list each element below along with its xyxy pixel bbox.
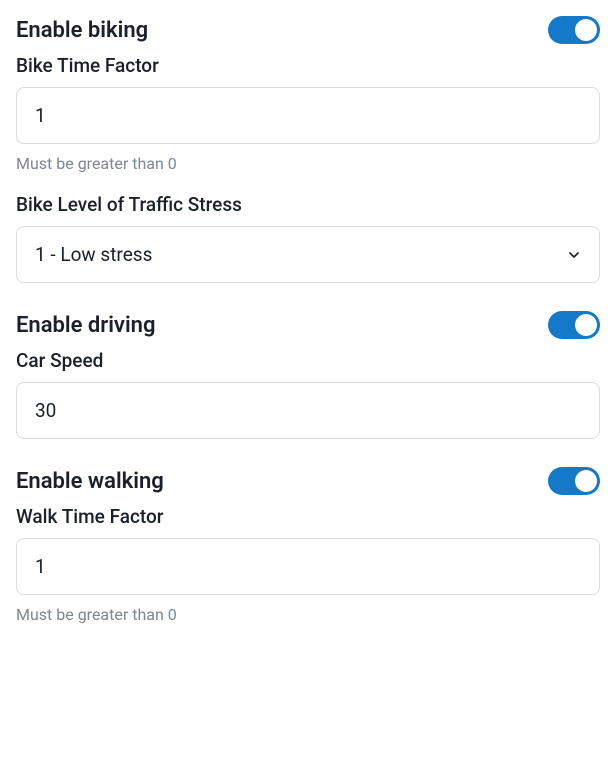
walk-time-factor-input[interactable] (16, 538, 600, 595)
walking-section: Enable walking Walk Time Factor Must be … (16, 467, 600, 624)
enable-driving-toggle[interactable] (548, 311, 600, 339)
biking-section: Enable biking Bike Time Factor Must be g… (16, 16, 600, 283)
enable-biking-title: Enable biking (16, 18, 148, 43)
toggle-knob (575, 314, 597, 336)
bike-time-factor-hint: Must be greater than 0 (16, 154, 600, 173)
enable-driving-title: Enable driving (16, 313, 155, 338)
biking-header: Enable biking (16, 16, 600, 44)
car-speed-group: Car Speed (16, 349, 600, 439)
car-speed-input[interactable] (16, 382, 600, 439)
walk-time-factor-label: Walk Time Factor (16, 505, 600, 528)
bike-time-factor-label: Bike Time Factor (16, 54, 600, 77)
bike-time-factor-input[interactable] (16, 87, 600, 144)
walk-time-factor-group: Walk Time Factor Must be greater than 0 (16, 505, 600, 624)
bike-stress-group: Bike Level of Traffic Stress 1 - Low str… (16, 193, 600, 283)
toggle-knob (575, 19, 597, 41)
enable-walking-toggle[interactable] (548, 467, 600, 495)
walking-header: Enable walking (16, 467, 600, 495)
bike-stress-label: Bike Level of Traffic Stress (16, 193, 600, 216)
enable-biking-toggle[interactable] (548, 16, 600, 44)
toggle-knob (575, 470, 597, 492)
enable-walking-title: Enable walking (16, 469, 164, 494)
walk-time-factor-hint: Must be greater than 0 (16, 605, 600, 624)
bike-stress-select[interactable]: 1 - Low stress (16, 226, 600, 283)
bike-stress-select-wrapper: 1 - Low stress (16, 226, 600, 283)
car-speed-label: Car Speed (16, 349, 600, 372)
driving-header: Enable driving (16, 311, 600, 339)
bike-time-factor-group: Bike Time Factor Must be greater than 0 (16, 54, 600, 173)
driving-section: Enable driving Car Speed (16, 311, 600, 439)
